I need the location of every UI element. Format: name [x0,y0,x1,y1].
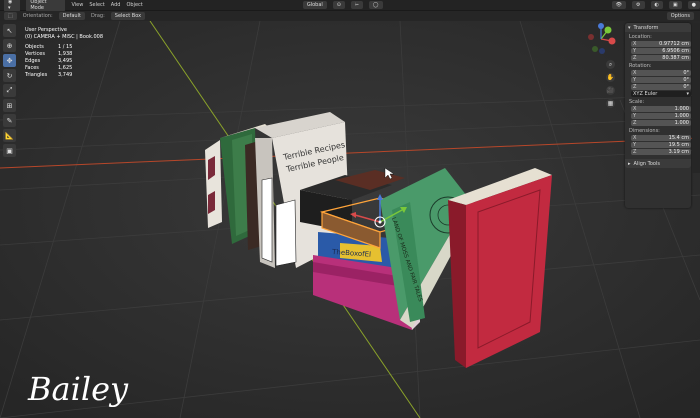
viewport-stats: User Perspective (0) CAMERA + MISC | Boo… [25,27,103,79]
scale-y-field[interactable]: Y 1.000 [631,113,691,119]
options-dropdown[interactable]: Options [666,12,694,20]
properties-panel: ▾ Transform Location: X 0.97712 cm Y 6.9506… [625,23,691,208]
viewport-header: ◉ ▾ Object Mode View Select Add Object G… [0,0,700,12]
rotation-z-field[interactable]: Z 0° [631,84,691,90]
zoom-icon[interactable]: ⌕ [606,60,615,69]
signature: Bailey [27,370,129,408]
left-toolbar: ↖ ⊕ ✥ ↻ ⤢ ⊞ ✎ 📐 ▣ [3,24,16,157]
location-label: Location: [629,34,652,40]
overlay-toggle-icon[interactable]: ◐ [650,1,663,9]
chevron-down-icon: ▾ [628,24,631,31]
dimensions-z-field[interactable]: Z 3.19 cm [631,149,691,155]
sidebar-tabs[interactable] [692,23,700,173]
tool-header: ⬚ Orientation: Default Drag: Select Box … [0,11,700,21]
dimensions-x-field[interactable]: X 15.4 cm [631,135,691,141]
stat-row: Triangles 3,749 [25,72,73,78]
xray-icon[interactable]: ▣ [668,1,682,9]
rotation-label: Rotation: [629,63,652,69]
rotation-x-field[interactable]: X 0° [631,70,691,76]
snap-icon[interactable]: ⌲ [350,1,363,9]
transform-orientation-dropdown[interactable]: Global [302,1,327,9]
rotation-y-field[interactable]: Y 0° [631,77,691,83]
chevron-down-icon: ▾ [686,91,689,97]
ortho-toggle-icon[interactable]: ▦ [606,99,615,108]
orientation-dropdown[interactable]: Default [58,12,85,20]
navigation-gizmo[interactable] [585,23,617,55]
location-y-field[interactable]: Y 6.9506 cm [631,48,691,54]
stat-row: Vertices 1,938 [25,51,73,57]
orientation-label: Orientation: [22,13,53,19]
select-tool-icon[interactable]: ↖ [3,24,16,37]
drag-label: Drag: [90,13,105,19]
pan-icon[interactable]: ✋ [606,73,615,82]
align-tools-panel-header[interactable]: ▸ Align Tools [625,159,691,168]
menu-add[interactable]: Add [111,2,121,8]
dimensions-y-field[interactable]: Y 19.5 cm [631,142,691,148]
rotate-tool-icon[interactable]: ↻ [3,69,16,82]
viewport-3d[interactable]: Terrible Recipes Terrible People TheBoxo… [0,21,700,418]
proportional-icon[interactable]: ◯ [368,1,383,9]
transform-tool-icon[interactable]: ⊞ [3,99,16,112]
cursor-tool-icon[interactable]: ⊕ [3,39,16,52]
stat-row: Objects 1 / 15 [25,44,73,50]
annotate-tool-icon[interactable]: ✎ [3,114,16,127]
scale-x-field[interactable]: X 1.000 [631,106,691,112]
collection-line: (0) CAMERA + MISC | Book.008 [25,34,104,40]
book-white-back [205,140,222,228]
menu-view[interactable]: View [71,2,83,8]
camera-view-icon[interactable]: 🎥 [606,86,615,95]
gizmo-toggle-icon[interactable]: ⚙ [632,1,645,9]
menu-select[interactable]: Select [89,2,104,8]
stat-row: Edges 3,495 [25,58,73,64]
add-cube-tool-icon[interactable]: ▣ [3,144,16,157]
view-name: User Perspective [25,27,67,33]
measure-tool-icon[interactable]: 📐 [3,129,16,142]
shading-icon[interactable]: ● [687,1,700,9]
stat-row: Faces 1,625 [25,65,73,71]
drag-dropdown[interactable]: Select Box [110,12,146,20]
move-tool-icon[interactable]: ✥ [3,54,16,67]
transform-panel-header[interactable]: ▾ Transform [625,23,691,32]
location-x-field[interactable]: X 0.97712 cm [631,41,691,47]
menu-object[interactable]: Object [126,2,142,8]
pivot-icon[interactable]: ⊙ [332,1,345,9]
scale-tool-icon[interactable]: ⤢ [3,84,16,97]
chevron-right-icon: ▸ [628,160,631,167]
dimensions-label: Dimensions: [629,128,660,134]
tool-icon[interactable]: ⬚ [4,12,17,20]
scale-label: Scale: [629,99,645,105]
visibility-icon[interactable]: 👁 [611,1,627,9]
